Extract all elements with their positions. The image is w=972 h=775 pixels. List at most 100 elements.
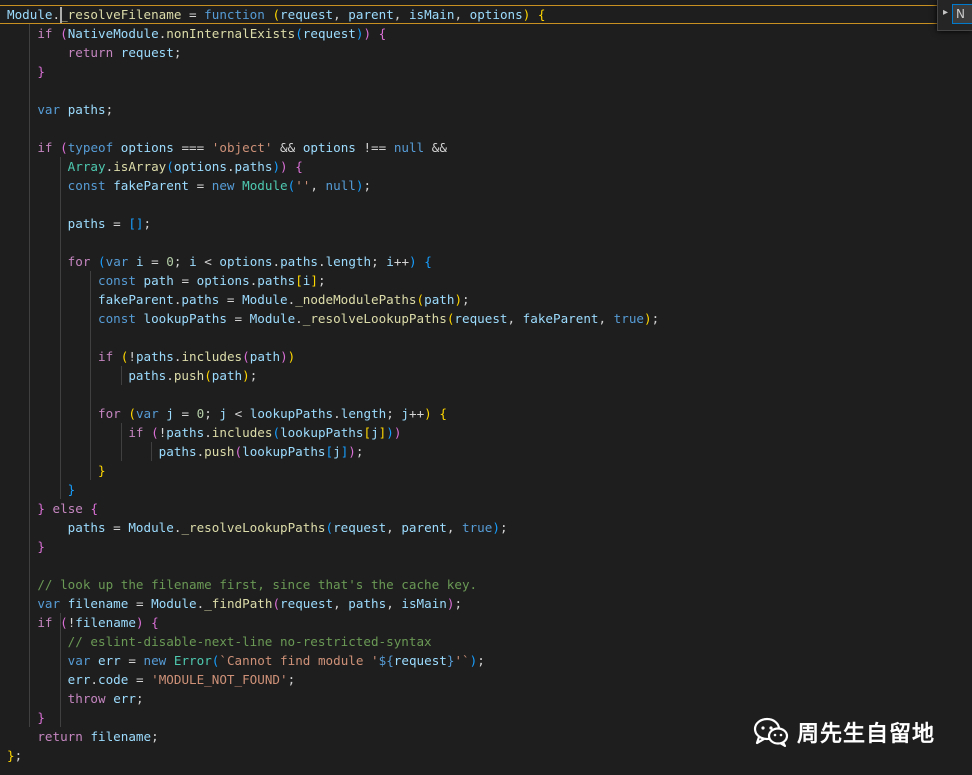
code-editor[interactable]: Module._resolveFilename = function (requ… <box>0 0 972 775</box>
code-line[interactable]: return filename; <box>7 727 659 746</box>
code-token: { <box>295 159 303 174</box>
code-token: lookupPaths <box>280 425 364 440</box>
code-line[interactable]: err.code = 'MODULE_NOT_FOUND'; <box>7 670 659 689</box>
code-area[interactable]: Module._resolveFilename = function (requ… <box>7 5 659 765</box>
code-token: length <box>340 406 387 421</box>
code-line[interactable]: paths.push(path); <box>7 366 659 385</box>
code-token: [ <box>363 425 372 440</box>
code-line[interactable]: paths = []; <box>7 214 659 233</box>
code-token: '' <box>295 178 311 193</box>
code-line[interactable]: const lookupPaths = Module._resolveLooku… <box>7 309 659 328</box>
code-line[interactable] <box>7 195 659 214</box>
code-line[interactable] <box>7 119 659 138</box>
code-token: = <box>143 254 167 269</box>
code-line[interactable]: if (!paths.includes(lookupPaths[j])) <box>7 423 659 442</box>
code-line[interactable]: }; <box>7 746 659 765</box>
code-token: Error <box>173 653 212 668</box>
code-token: NativeModule <box>67 26 159 41</box>
code-line[interactable] <box>7 556 659 575</box>
code-line[interactable]: Module._resolveFilename = function (requ… <box>7 5 659 24</box>
code-line[interactable]: } else { <box>7 499 659 518</box>
code-token: paths <box>128 368 167 383</box>
code-token: if <box>98 349 114 364</box>
code-token: = <box>120 653 144 668</box>
code-token: options <box>120 140 174 155</box>
find-input[interactable]: N <box>952 4 972 24</box>
code-token: j <box>219 406 227 421</box>
code-token: parent <box>348 7 394 22</box>
code-token: paths <box>234 159 273 174</box>
chevron-right-icon[interactable]: ▸ <box>943 7 948 18</box>
code-token: var <box>135 406 159 421</box>
code-token: , <box>454 7 470 22</box>
code-line[interactable]: var filename = Module._findPath(request,… <box>7 594 659 613</box>
code-token: code <box>98 672 129 687</box>
code-token: 'object' <box>211 140 273 155</box>
code-token: function <box>204 7 265 22</box>
code-line[interactable]: for (var j = 0; j < lookupPaths.length; … <box>7 404 659 423</box>
code-token: ; <box>249 368 258 383</box>
code-line[interactable]: paths.push(lookupPaths[j]); <box>7 442 659 461</box>
code-line[interactable]: if (NativeModule.nonInternalExists(reque… <box>7 24 659 43</box>
code-line[interactable]: Array.isArray(options.paths)) { <box>7 157 659 176</box>
code-token: . <box>90 672 99 687</box>
code-token: ) <box>280 349 288 364</box>
code-line[interactable]: throw err; <box>7 689 659 708</box>
code-token: request <box>333 520 387 535</box>
code-line[interactable]: for (var i = 0; i < options.paths.length… <box>7 252 659 271</box>
code-token: _resolveLookupPaths <box>181 520 326 535</box>
code-token: ; <box>462 292 470 307</box>
code-line[interactable]: const fakeParent = new Module('', null); <box>7 176 659 195</box>
code-line[interactable] <box>7 385 659 404</box>
code-line[interactable]: } <box>7 537 659 556</box>
code-line[interactable]: var err = new Error(`Cannot find module … <box>7 651 659 670</box>
code-token: = <box>128 596 152 611</box>
code-line[interactable] <box>7 81 659 100</box>
code-line[interactable]: // look up the filename first, since tha… <box>7 575 659 594</box>
code-token: 0 <box>166 254 174 269</box>
code-token: return <box>67 45 114 60</box>
code-line[interactable]: } <box>7 480 659 499</box>
code-token: ; <box>135 691 144 706</box>
code-line[interactable]: if (!paths.includes(path)) <box>7 347 659 366</box>
code-line[interactable]: if (typeof options === 'object' && optio… <box>7 138 659 157</box>
code-token: , <box>393 7 409 22</box>
code-token: const <box>98 311 136 326</box>
code-line[interactable]: fakeParent.paths = Module._nodeModulePat… <box>7 290 659 309</box>
code-line[interactable] <box>7 233 659 252</box>
code-line[interactable]: const path = options.paths[i]; <box>7 271 659 290</box>
code-line[interactable] <box>7 328 659 347</box>
code-token: j <box>401 406 409 421</box>
code-token: ) <box>393 425 402 440</box>
code-token: === <box>173 140 212 155</box>
code-line[interactable]: } <box>7 708 659 727</box>
code-token: } <box>7 748 15 763</box>
code-token: paths <box>348 596 387 611</box>
find-widget[interactable]: ▸ N <box>937 0 972 31</box>
code-token: i <box>189 254 197 269</box>
code-line[interactable]: if (!filename) { <box>7 613 659 632</box>
code-line[interactable]: return request; <box>7 43 659 62</box>
code-token: ( <box>242 349 250 364</box>
code-line[interactable]: // eslint-disable-next-line no-restricte… <box>7 632 659 651</box>
code-token: ; <box>651 311 660 326</box>
code-token: includes <box>211 425 273 440</box>
code-token: request <box>393 653 447 668</box>
code-line[interactable]: } <box>7 461 659 480</box>
code-line[interactable]: var paths; <box>7 100 659 119</box>
code-token: request <box>280 596 334 611</box>
code-line[interactable]: } <box>7 62 659 81</box>
code-token: length <box>325 254 372 269</box>
code-line[interactable]: paths = Module._resolveLookupPaths(reque… <box>7 518 659 537</box>
code-token: ( <box>60 26 68 41</box>
code-token: j <box>333 444 341 459</box>
